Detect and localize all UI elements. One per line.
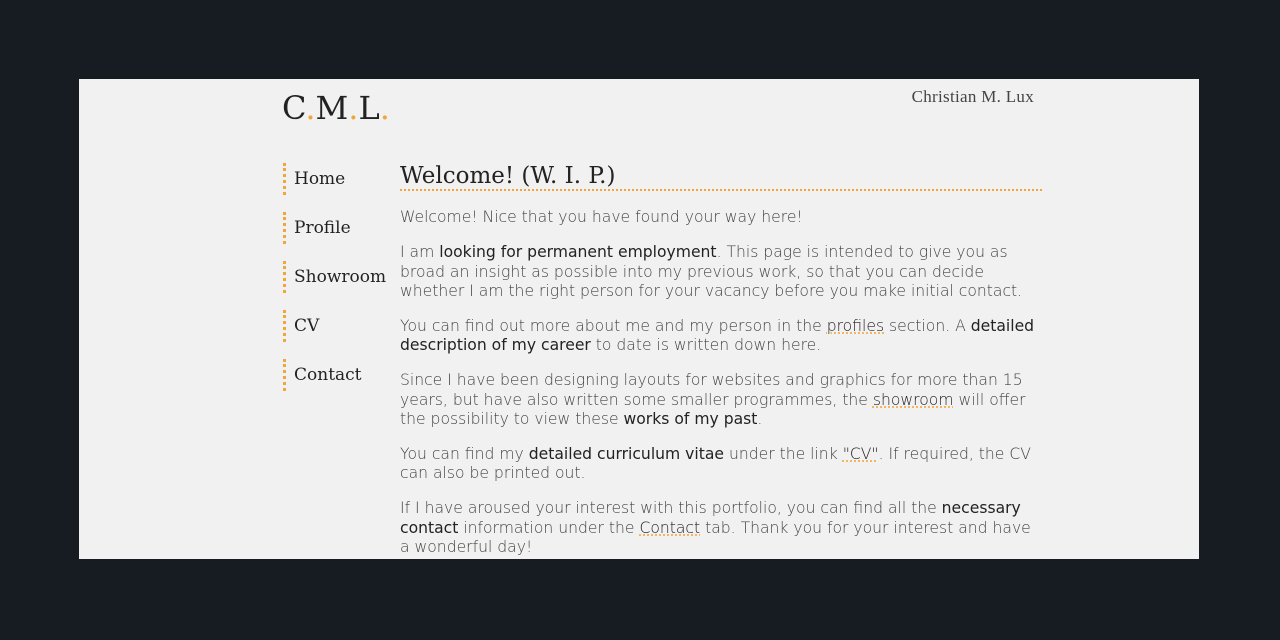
profile-paragraph: You can find out more about me and my pe… xyxy=(400,317,1035,355)
main-nav: Home Profile Showroom CV Contact xyxy=(283,163,393,408)
intro-paragraph: Welcome! Nice that you have found your w… xyxy=(400,208,803,227)
cv-link[interactable]: "CV" xyxy=(843,445,879,463)
nav-item-home[interactable]: Home xyxy=(283,163,393,195)
highlight-text: looking for permanent employment xyxy=(439,243,717,262)
employment-paragraph: I am looking for permanent employment. T… xyxy=(400,243,1023,300)
page-title: Welcome! (W. I. P.) xyxy=(400,164,1042,192)
site-logo[interactable]: C.M.L. xyxy=(282,89,390,127)
contact-paragraph: If I have aroused your interest with thi… xyxy=(400,499,1031,556)
showroom-paragraph: Since I have been designing layouts for … xyxy=(400,371,1026,428)
nav-item-contact[interactable]: Contact xyxy=(283,359,393,391)
logo-letter-m: M xyxy=(315,89,349,127)
nav-item-cv[interactable]: CV xyxy=(283,310,393,342)
contact-link[interactable]: Contact xyxy=(639,519,700,537)
logo-dot: . xyxy=(305,89,316,127)
logo-dot: . xyxy=(348,89,359,127)
cv-paragraph: You can find my detailed curriculum vita… xyxy=(400,445,1031,483)
logo-letter-c: C xyxy=(282,89,306,127)
highlight-text: detailed curriculum vitae xyxy=(528,445,725,464)
logo-dot: . xyxy=(379,89,390,127)
showroom-link[interactable]: showroom xyxy=(873,391,954,409)
nav-item-showroom[interactable]: Showroom xyxy=(283,261,393,293)
nav-item-profile[interactable]: Profile xyxy=(283,212,393,244)
main-content: Welcome! (W. I. P.) Welcome! Nice that y… xyxy=(400,164,1042,557)
page-frame: C.M.L. Christian M. Lux Home Profile Sho… xyxy=(79,79,1199,559)
author-name: Christian M. Lux xyxy=(911,87,1034,106)
logo-letter-l: L xyxy=(358,89,380,127)
profiles-link[interactable]: profiles xyxy=(827,317,884,335)
highlight-text: works of my past xyxy=(623,409,758,428)
